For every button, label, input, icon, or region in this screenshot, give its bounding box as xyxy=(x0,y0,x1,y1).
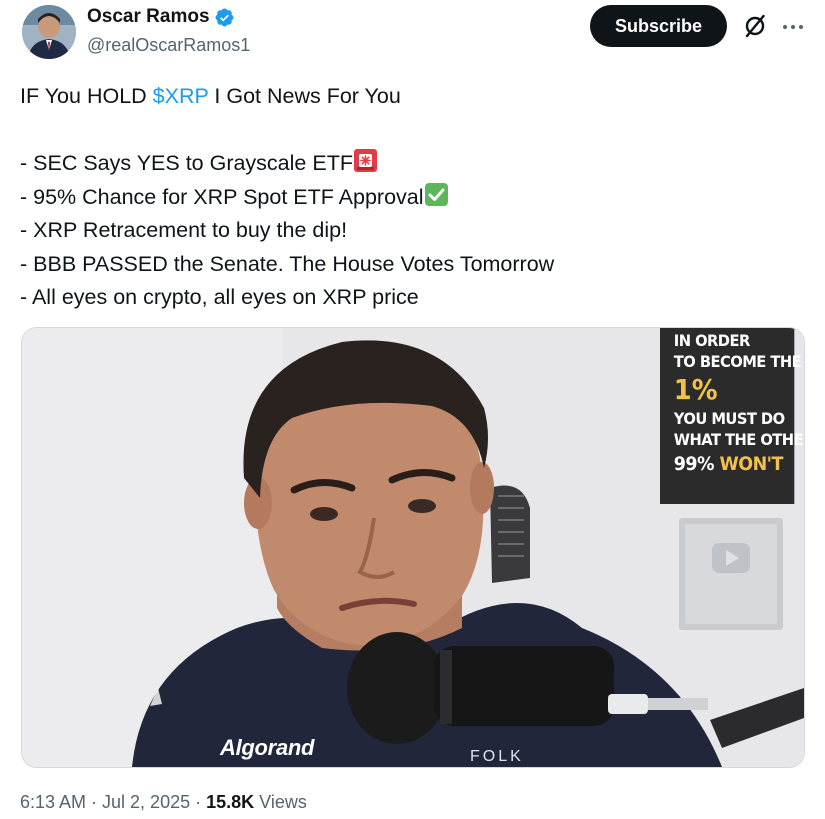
tweet-body: IF You HOLD $XRP I Got News For You - SE… xyxy=(20,80,800,315)
verified-badge-icon xyxy=(215,8,233,26)
bullet-1: - SEC Says YES to Grayscale ETF xyxy=(20,147,800,181)
shirt-sub-text: FOLK xyxy=(470,748,524,765)
cashtag-link[interactable]: $XRP xyxy=(153,84,209,108)
author-name-row[interactable]: Oscar Ramos xyxy=(87,6,235,28)
views-label: Views xyxy=(254,792,307,812)
rotating-light-icon xyxy=(353,148,378,173)
tweet-headline: IF You HOLD $XRP I Got News For You xyxy=(20,80,800,114)
poster-line-2: TO BECOME THE xyxy=(673,352,802,371)
poster-bottom-number: 99% xyxy=(673,453,720,475)
subscribe-button[interactable]: Subscribe xyxy=(590,5,727,47)
tweet-video[interactable]: IN ORDER TO BECOME THE 1% YOU MUST DO WH… xyxy=(21,327,805,768)
poster-line-4: WHAT THE OTHER xyxy=(673,430,805,449)
check-mark-button-icon xyxy=(424,182,449,207)
bullet-3: - XRP Retracement to buy the dip! xyxy=(20,214,800,248)
headline-prefix: IF You HOLD xyxy=(20,84,153,108)
bullet-2-text: - 95% Chance for XRP Spot ETF Approval xyxy=(20,184,424,209)
bullet-3-text: - XRP Retracement to buy the dip! xyxy=(20,218,348,242)
poster-big-number: 1% xyxy=(673,373,718,406)
bullet-1-text: - SEC Says YES to Grayscale ETF xyxy=(20,151,353,175)
poster-bottom-word: WON'T xyxy=(719,453,784,475)
poster-line-1: IN ORDER xyxy=(673,331,751,350)
author-handle[interactable]: @realOscarRamos1 xyxy=(87,34,250,56)
bullet-2: - 95% Chance for XRP Spot ETF Approval xyxy=(20,181,800,215)
tweet-timestamp[interactable]: 6:13 AM · Jul 2, 2025 · xyxy=(20,792,206,812)
grok-icon[interactable] xyxy=(742,13,768,39)
bullet-5: - All eyes on crypto, all eyes on XRP pr… xyxy=(20,281,800,315)
bullet-4: - BBB PASSED the Senate. The House Votes… xyxy=(20,248,800,282)
shirt-brand-text: Algorand xyxy=(220,735,315,760)
author-display-name[interactable]: Oscar Ramos xyxy=(87,6,210,28)
more-dots-icon[interactable] xyxy=(778,12,808,42)
bullet-4-text: - BBB PASSED the Senate. The House Votes… xyxy=(20,251,555,276)
tweet-meta: 6:13 AM · Jul 2, 2025 · 15.8K Views xyxy=(20,792,307,813)
bullet-5-text: - All eyes on crypto, all eyes on XRP pr… xyxy=(20,285,419,309)
headline-suffix: I Got News For You xyxy=(208,84,401,108)
avatar[interactable] xyxy=(22,5,76,59)
poster-bottom-line: 99% WON'T xyxy=(674,450,795,478)
poster-line-3: YOU MUST DO xyxy=(673,409,785,428)
motivational-poster: IN ORDER TO BECOME THE 1% YOU MUST DO WH… xyxy=(660,328,805,504)
views-count: 15.8K xyxy=(206,792,255,812)
